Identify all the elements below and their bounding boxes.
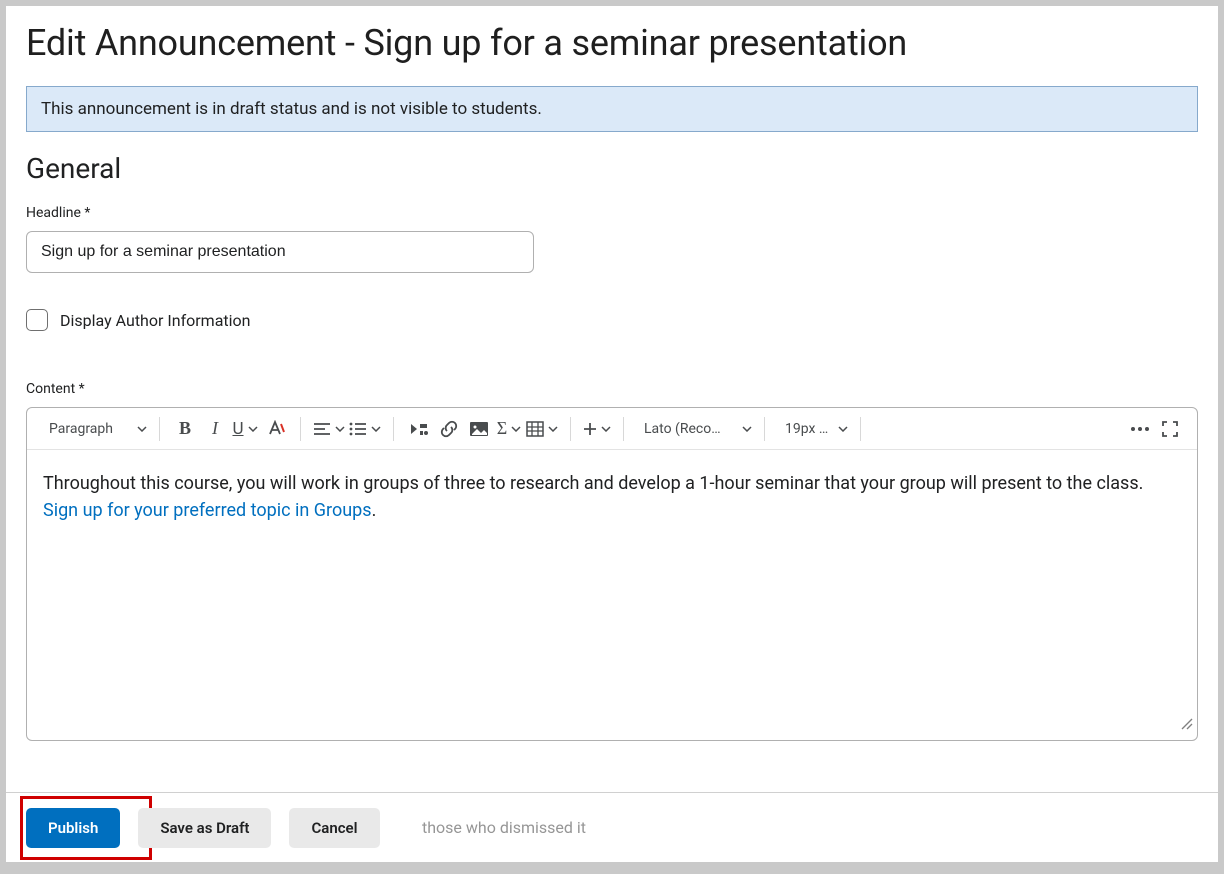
font-size-dropdown[interactable]: 19px … xyxy=(775,414,850,444)
fullscreen-button[interactable] xyxy=(1155,414,1185,444)
rich-text-editor: Paragraph B I U xyxy=(26,407,1198,741)
editor-body[interactable]: Throughout this course, you will work in… xyxy=(27,450,1197,740)
table-button[interactable] xyxy=(524,414,560,444)
resize-handle-icon[interactable] xyxy=(1179,711,1193,738)
font-family-dropdown[interactable]: Lato (Recom… xyxy=(634,414,754,444)
content-text-suffix: . xyxy=(372,500,377,521)
list-button[interactable] xyxy=(347,414,383,444)
publish-button[interactable]: Publish xyxy=(26,808,120,848)
content-link[interactable]: Sign up for your preferred topic in Grou… xyxy=(43,500,372,521)
author-info-label: Display Author Information xyxy=(60,311,251,330)
draft-status-banner: This announcement is in draft status and… xyxy=(26,86,1198,132)
text-color-button[interactable] xyxy=(260,414,290,444)
chevron-down-icon xyxy=(742,426,752,432)
chevron-down-icon xyxy=(838,426,848,432)
chevron-down-icon xyxy=(601,426,611,432)
underline-button[interactable]: U xyxy=(230,414,260,444)
cancel-button[interactable]: Cancel xyxy=(289,808,379,848)
chevron-down-icon xyxy=(371,426,381,432)
chevron-down-icon xyxy=(548,426,558,432)
editor-toolbar: Paragraph B I U xyxy=(27,408,1197,450)
content-label: Content * xyxy=(26,381,1198,397)
headline-label: Headline * xyxy=(26,205,1198,221)
faded-bg-text: those who dismissed it xyxy=(422,818,586,837)
italic-button[interactable]: I xyxy=(200,414,230,444)
chevron-down-icon xyxy=(511,426,521,432)
align-button[interactable] xyxy=(311,414,347,444)
content-text: Throughout this course, you will work in… xyxy=(43,473,1143,494)
insert-link-button[interactable] xyxy=(434,414,464,444)
author-info-checkbox[interactable] xyxy=(26,309,48,331)
section-title-general: General xyxy=(26,152,1198,185)
insert-more-button[interactable] xyxy=(581,414,613,444)
chevron-down-icon xyxy=(137,426,147,432)
equation-button[interactable]: Σ xyxy=(494,414,524,444)
footer-bar: nd those who dismissed it Publish Save a… xyxy=(6,792,1218,862)
more-actions-button[interactable] xyxy=(1125,414,1155,444)
save-draft-button[interactable]: Save as Draft xyxy=(138,808,271,848)
page-title: Edit Announcement - Sign up for a semina… xyxy=(26,22,1198,64)
headline-input[interactable] xyxy=(26,231,534,273)
chevron-down-icon xyxy=(248,426,258,432)
block-format-dropdown[interactable]: Paragraph xyxy=(39,414,149,444)
bold-button[interactable]: B xyxy=(170,414,200,444)
chevron-down-icon xyxy=(335,426,345,432)
insert-stuff-button[interactable] xyxy=(404,414,434,444)
insert-image-button[interactable] xyxy=(464,414,494,444)
